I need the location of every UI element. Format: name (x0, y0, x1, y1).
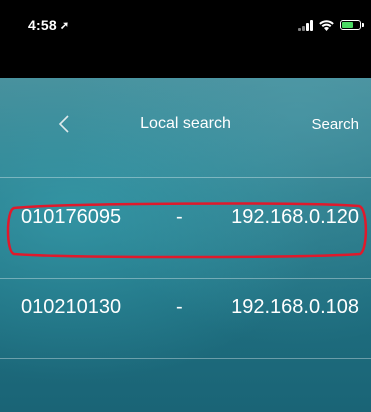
signal-icon (298, 19, 313, 31)
nav-bar: Local search Search (0, 78, 371, 174)
device-ip: 192.168.0.120 (231, 206, 359, 228)
device-row[interactable]: 010176095 - 192.168.0.120 (0, 178, 371, 258)
device-ip: 192.168.0.108 (231, 296, 359, 318)
device-id: 010210130 (21, 296, 122, 318)
app-body: Local search Search 010176095 - 192.168.… (0, 78, 371, 412)
device-row-highlighted[interactable]: 010210130 - 192.168.0.108 (0, 268, 371, 348)
wifi-icon (319, 19, 334, 31)
status-icons (298, 18, 364, 32)
status-bar: 4:58 ➚ (0, 0, 371, 78)
status-time: 4:58 ➚ (28, 17, 69, 33)
status-time-text: 4:58 (28, 17, 57, 33)
divider (0, 358, 371, 359)
device-separator: - (176, 296, 183, 318)
location-icon: ➚ (59, 20, 70, 32)
device-separator: - (176, 206, 183, 228)
battery-icon (340, 20, 364, 30)
search-button[interactable]: Search (311, 116, 359, 133)
device-id: 010176095 (21, 206, 122, 228)
battery-level (342, 22, 354, 28)
